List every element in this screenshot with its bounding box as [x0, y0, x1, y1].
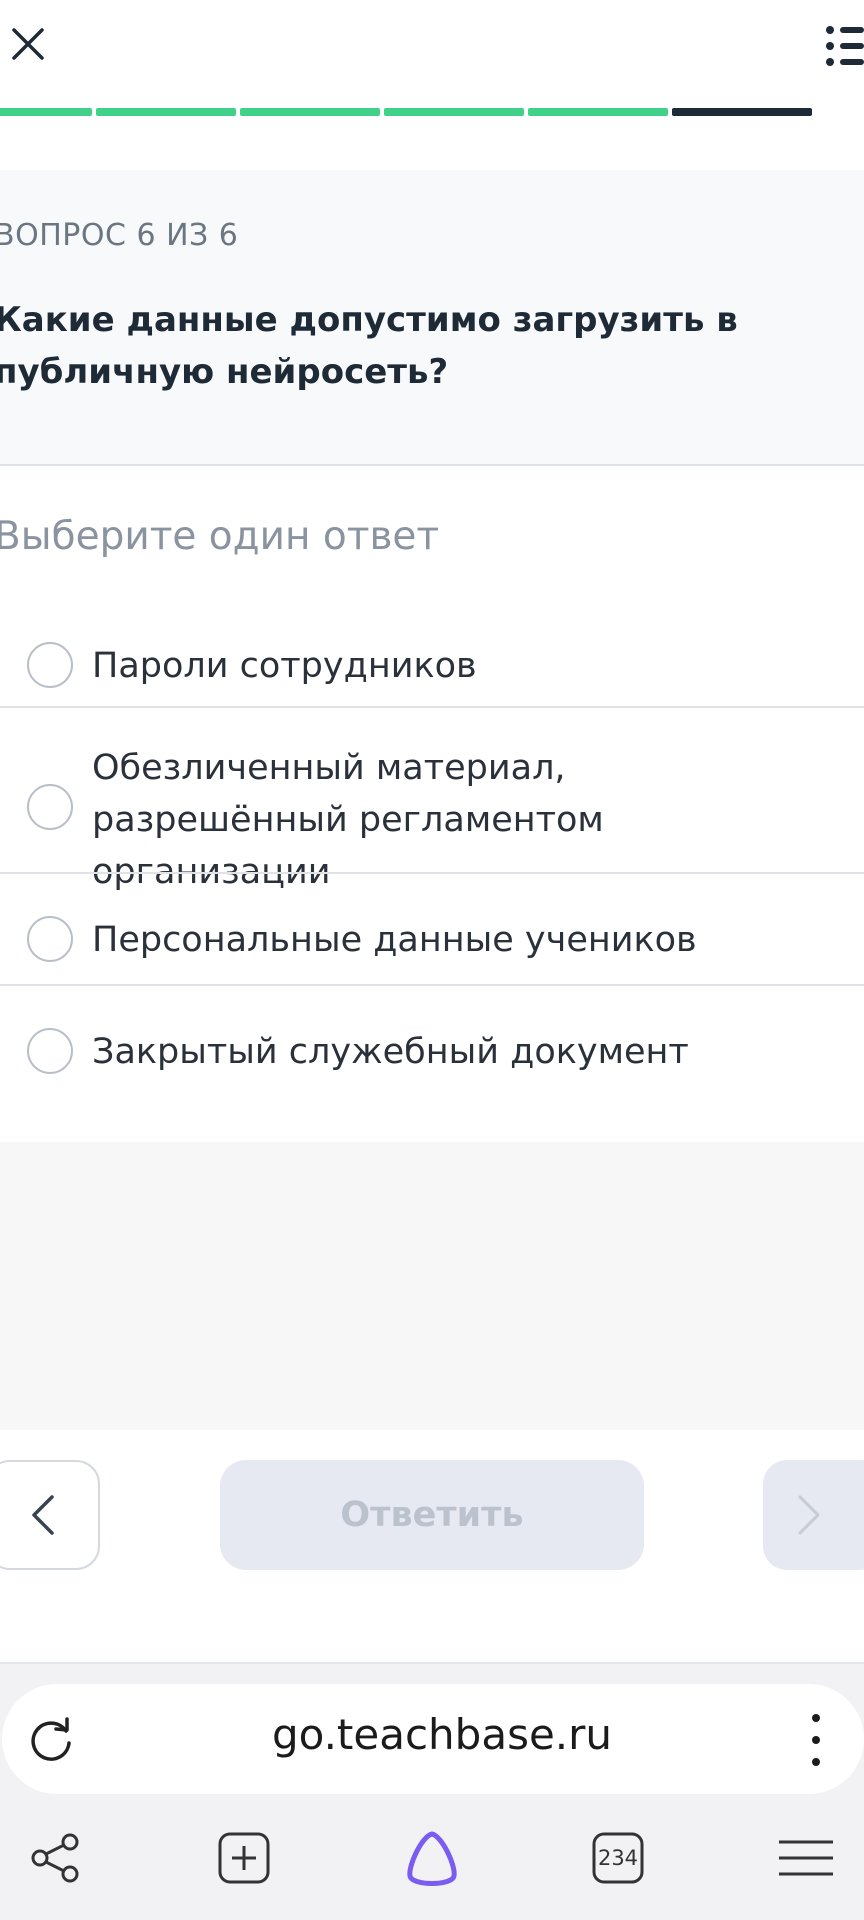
answer-option[interactable]: Пароли сотрудников: [0, 622, 864, 712]
radio-button[interactable]: [27, 1028, 73, 1074]
divider: [0, 984, 864, 986]
new-tab-button[interactable]: [212, 1826, 276, 1890]
progress-segment: [672, 108, 812, 116]
kebab-menu-icon: [812, 1736, 820, 1744]
close-button[interactable]: [6, 22, 50, 66]
kebab-menu-button[interactable]: [804, 1712, 828, 1768]
answers-block: Выберите один ответ Пароли сотрудников О…: [0, 466, 864, 1142]
questions-list-button[interactable]: [824, 22, 864, 70]
reload-icon: [31, 1717, 71, 1761]
share-button[interactable]: [24, 1826, 88, 1890]
chevron-right-icon: [798, 1495, 820, 1535]
alice-icon: [407, 1831, 457, 1886]
tabs-count: 234: [597, 1846, 639, 1870]
progress-segment: [0, 108, 92, 116]
share-icon: [31, 1833, 79, 1883]
answer-hint: Выберите один ответ: [0, 514, 440, 559]
quiz-header: [0, 0, 864, 170]
question-counter: ВОПРОС 6 ИЗ 6: [0, 218, 239, 253]
address-bar[interactable]: go.teachbase.ru: [2, 1684, 864, 1794]
tabs-button[interactable]: 234: [586, 1826, 650, 1890]
progress-segment: [384, 108, 524, 116]
radio-button[interactable]: [27, 916, 73, 962]
url-text: go.teachbase.ru: [271, 1710, 613, 1759]
question-block: ВОПРОС 6 ИЗ 6 Какие данные допустимо заг…: [0, 170, 864, 466]
alice-button[interactable]: [398, 1826, 466, 1890]
close-icon: [12, 28, 44, 60]
browser-menu-button[interactable]: [774, 1826, 838, 1890]
answer-option-label: Закрытый служебный документ: [92, 1032, 689, 1072]
menu-icon: [779, 1840, 833, 1876]
radio-button[interactable]: [27, 642, 73, 688]
reload-button[interactable]: [26, 1717, 76, 1767]
answer-option[interactable]: Закрытый служебный документ: [0, 1010, 864, 1100]
previous-button[interactable]: [0, 1460, 100, 1570]
question-text: Какие данные допустимо загрузить в публи…: [0, 300, 738, 392]
divider: [0, 706, 864, 708]
progress-segment: [96, 108, 236, 116]
chevron-left-icon: [32, 1495, 54, 1535]
kebab-menu-icon: [812, 1758, 820, 1766]
answer-option[interactable]: Персональные данные учеников: [0, 898, 864, 988]
answer-option-label: Пароли сотрудников: [92, 646, 477, 686]
kebab-menu-icon: [812, 1714, 820, 1722]
answer-option-label: Обезличенный материал, разрешённый регла…: [92, 748, 604, 892]
quiz-navigation: Ответить: [0, 1430, 864, 1664]
progress-segment: [528, 108, 668, 116]
browser-chrome: go.teachbase.ru 234: [0, 1664, 864, 1920]
new-tab-icon: [218, 1832, 270, 1884]
quiz-page: ВОПРОС 6 ИЗ 6 Какие данные допустимо заг…: [0, 0, 864, 1920]
next-button[interactable]: [763, 1460, 864, 1570]
progress-segment: [240, 108, 380, 116]
answer-button[interactable]: Ответить: [220, 1460, 644, 1570]
list-icon: [826, 26, 864, 66]
answer-option[interactable]: Обезличенный материал, разрешённый регла…: [0, 742, 864, 892]
divider: [0, 872, 864, 874]
answer-option-label: Персональные данные учеников: [92, 920, 697, 960]
radio-button[interactable]: [27, 784, 73, 830]
